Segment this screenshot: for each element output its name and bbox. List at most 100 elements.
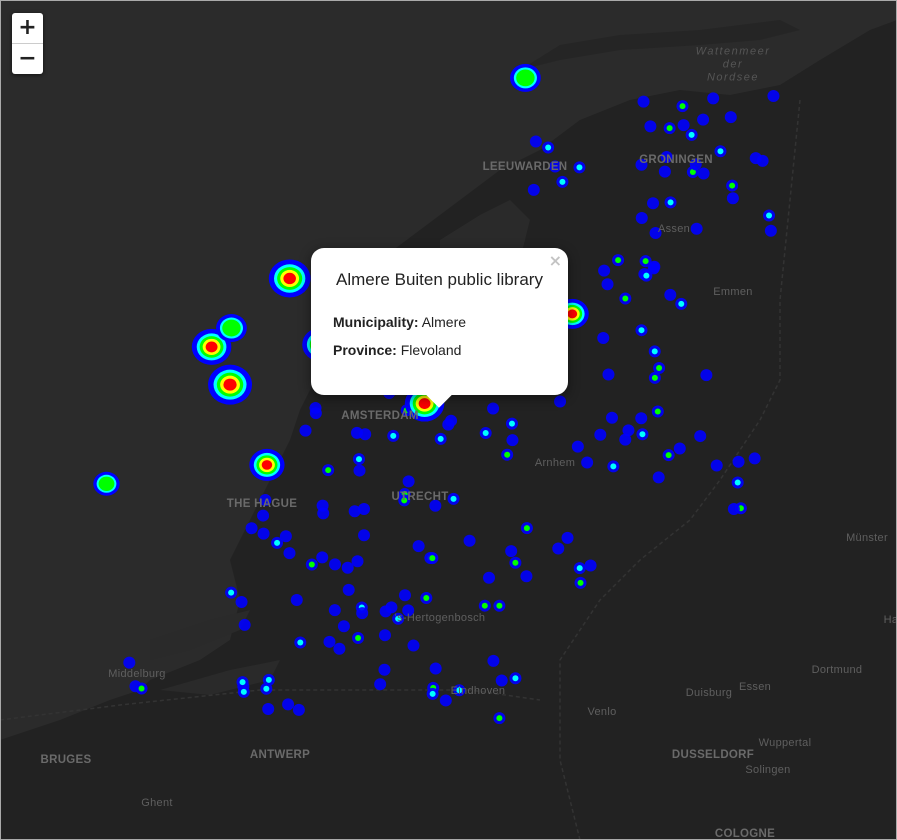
heat-point bbox=[283, 547, 296, 560]
heat-point bbox=[341, 561, 354, 574]
label-munster: Münster bbox=[846, 532, 888, 544]
heat-cluster bbox=[516, 69, 535, 87]
heat-cluster bbox=[283, 272, 296, 285]
municipality-value: Almere bbox=[421, 314, 467, 330]
heat-point bbox=[299, 424, 312, 437]
heat-point bbox=[602, 368, 615, 381]
heat-point bbox=[333, 642, 346, 655]
heat-point bbox=[700, 369, 713, 382]
label-utrecht: UTRECHT bbox=[391, 491, 449, 503]
heat-point bbox=[505, 545, 518, 558]
heat-point-core bbox=[665, 452, 672, 459]
heat-point bbox=[571, 440, 584, 453]
heat-point bbox=[673, 442, 686, 455]
heat-point bbox=[647, 197, 660, 210]
heat-point-core bbox=[576, 164, 583, 171]
heat-point-core bbox=[429, 690, 436, 697]
heat-point bbox=[529, 135, 542, 148]
map[interactable]: Wattenmeer der Nordsee LEEUWARDEN GRONIN… bbox=[0, 0, 897, 840]
label-ghent: Ghent bbox=[141, 797, 173, 809]
heat-point-core bbox=[576, 565, 583, 572]
heat-point bbox=[658, 165, 671, 178]
heat-cluster bbox=[98, 476, 115, 491]
heat-point-core bbox=[308, 561, 315, 568]
heat-point bbox=[697, 167, 710, 180]
municipality-label: Municipality: bbox=[333, 314, 419, 330]
heat-point bbox=[767, 89, 780, 102]
heat-point bbox=[123, 656, 136, 669]
heat-point bbox=[257, 527, 270, 540]
label-middelburg: Middelburg bbox=[108, 668, 166, 680]
heat-point-core bbox=[729, 182, 736, 189]
heat-cluster bbox=[567, 309, 578, 319]
heat-point bbox=[483, 571, 496, 584]
heat-point bbox=[584, 559, 597, 572]
heat-point-core bbox=[642, 258, 649, 265]
heat-point bbox=[374, 678, 387, 691]
heat-point bbox=[601, 278, 614, 291]
heat-cluster bbox=[261, 460, 273, 470]
heat-point bbox=[635, 212, 648, 225]
label-wadden-2: der bbox=[722, 58, 744, 71]
heat-point-core bbox=[638, 327, 645, 334]
label-assen: Assen bbox=[657, 223, 691, 235]
heat-point bbox=[290, 594, 303, 607]
heat-point-core bbox=[508, 420, 515, 427]
heat-point bbox=[309, 407, 322, 420]
heat-point bbox=[527, 183, 540, 196]
popup-municipality-row: Municipality: Almere bbox=[333, 314, 466, 330]
label-amsterdam: AMSTERDAM bbox=[341, 410, 419, 422]
heat-point-core bbox=[496, 715, 503, 722]
heat-point bbox=[707, 92, 720, 105]
heat-point bbox=[358, 529, 371, 542]
heat-point-core bbox=[265, 676, 272, 683]
label-venlo: Venlo bbox=[587, 706, 617, 718]
heat-point-core bbox=[651, 374, 658, 381]
heat-point bbox=[677, 119, 690, 132]
heat-point bbox=[622, 424, 635, 437]
heat-point bbox=[402, 475, 415, 488]
heat-point bbox=[520, 570, 533, 583]
heat-point-core bbox=[577, 579, 584, 586]
heat-point bbox=[257, 509, 270, 522]
label-wadden-3: Nordsee bbox=[706, 71, 760, 84]
close-icon[interactable]: × bbox=[549, 251, 562, 270]
heat-point bbox=[279, 530, 292, 543]
zoom-in-button[interactable]: + bbox=[12, 13, 43, 43]
heat-point bbox=[724, 111, 737, 124]
heat-point-core bbox=[481, 602, 488, 609]
heat-point bbox=[605, 411, 618, 424]
heat-point bbox=[350, 426, 363, 439]
label-dortmund: Dortmund bbox=[811, 664, 863, 676]
heat-point bbox=[598, 264, 611, 277]
heat-point-core bbox=[656, 364, 663, 371]
heat-point-core bbox=[639, 431, 646, 438]
heat-point bbox=[594, 428, 607, 441]
heat-point bbox=[487, 654, 500, 667]
heat-point bbox=[235, 595, 248, 608]
heat-point-core bbox=[390, 432, 397, 439]
basemap bbox=[0, 0, 897, 840]
heat-point-core bbox=[666, 125, 673, 132]
heat-point bbox=[351, 555, 364, 568]
heat-point bbox=[732, 455, 745, 468]
heat-point bbox=[694, 430, 707, 443]
heat-point bbox=[581, 456, 594, 469]
heat-point-core bbox=[651, 348, 658, 355]
heat-point bbox=[554, 395, 567, 408]
heat-point bbox=[292, 703, 305, 716]
heat-point bbox=[316, 551, 329, 564]
heat-point bbox=[561, 531, 574, 544]
heat-point bbox=[690, 222, 703, 235]
heat-point-core bbox=[504, 451, 511, 458]
heat-point bbox=[323, 635, 336, 648]
heat-point bbox=[398, 589, 411, 602]
heat-cluster bbox=[222, 319, 241, 337]
province-value: Flevoland bbox=[400, 342, 462, 358]
zoom-out-button[interactable]: − bbox=[12, 43, 43, 74]
label-duisburg: Duisburg bbox=[685, 687, 733, 699]
zoom-control: + − bbox=[12, 13, 43, 74]
heat-point bbox=[353, 464, 366, 477]
popup-title: Almere Buiten public library bbox=[336, 270, 543, 289]
heat-point bbox=[749, 152, 762, 165]
